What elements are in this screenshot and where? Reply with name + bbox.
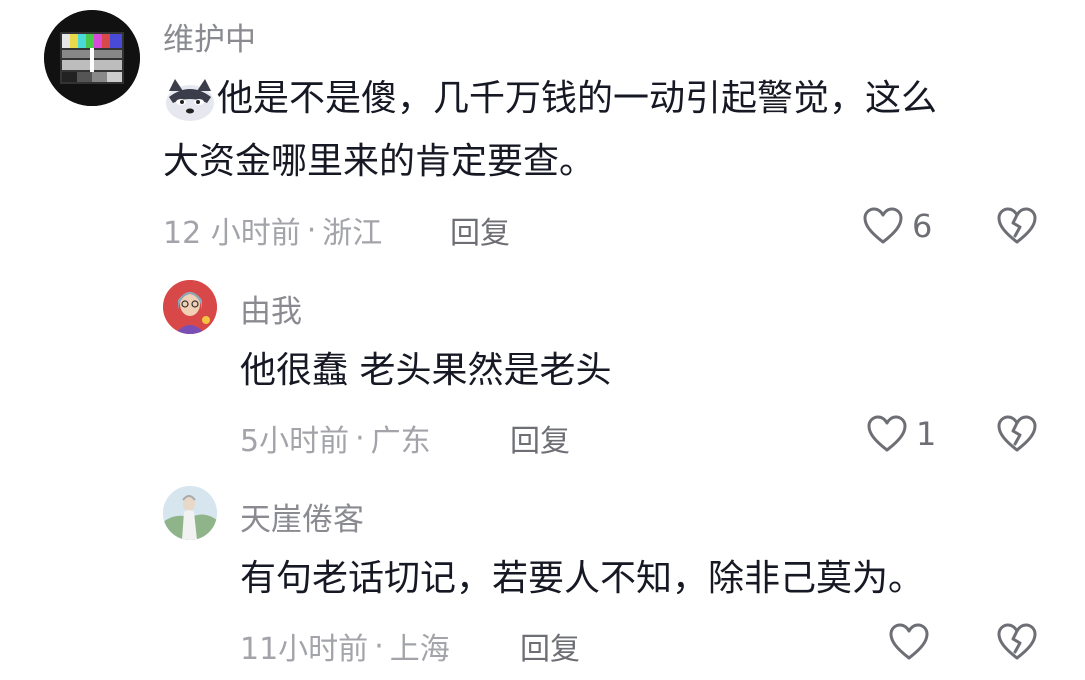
broken-heart-icon bbox=[997, 207, 1037, 244]
username[interactable]: 维护中 bbox=[163, 14, 256, 59]
wolf-face-emoji-icon bbox=[163, 77, 217, 123]
location: 广东 bbox=[370, 424, 431, 459]
like-count: 6 bbox=[912, 207, 933, 245]
location: 浙江 bbox=[322, 216, 383, 251]
comment-text-line-2: 大资金哪里来的肯定要查。 bbox=[163, 141, 596, 182]
comment-meta: 5小时前 · 广东 bbox=[240, 416, 431, 460]
username[interactable]: 由我 bbox=[240, 286, 302, 331]
comment-text: 他很蠢 老头果然是老头 bbox=[240, 350, 612, 391]
dislike-button[interactable] bbox=[995, 206, 1039, 246]
landscape-person-avatar-icon bbox=[163, 486, 217, 540]
meta-separator: · bbox=[374, 628, 384, 664]
like-button[interactable]: 1 bbox=[866, 414, 936, 454]
comment-text: 他是不是傻，几千万钱的一动引起警觉，这么 bbox=[163, 72, 937, 126]
timestamp: 11小时前 bbox=[240, 632, 369, 667]
like-count: 1 bbox=[916, 415, 937, 453]
user-avatar[interactable] bbox=[44, 10, 140, 106]
user-avatar[interactable] bbox=[163, 280, 217, 334]
like-button[interactable] bbox=[888, 622, 938, 662]
broken-heart-icon bbox=[997, 623, 1037, 660]
test-pattern-avatar-icon bbox=[44, 10, 140, 106]
meta-separator: · bbox=[355, 420, 365, 456]
username[interactable]: 天崖倦客 bbox=[240, 494, 364, 539]
broken-heart-icon bbox=[997, 415, 1037, 452]
reply-button[interactable]: 回复 bbox=[510, 416, 570, 460]
meta-separator: · bbox=[306, 212, 317, 248]
location: 上海 bbox=[389, 632, 450, 667]
heart-icon bbox=[867, 415, 907, 452]
comment-meta: 12 小时前 · 浙江 bbox=[163, 208, 382, 252]
dislike-button[interactable] bbox=[995, 414, 1039, 454]
comment-text: 有句老话切记，若要人不知，除非己莫为。 bbox=[240, 558, 925, 599]
user-avatar[interactable] bbox=[163, 486, 217, 540]
comment-meta: 11小时前 · 上海 bbox=[240, 624, 450, 668]
heart-icon bbox=[863, 207, 903, 244]
cartoon-girl-avatar-icon bbox=[163, 280, 217, 334]
timestamp: 12 小时前 bbox=[163, 216, 301, 251]
heart-icon bbox=[889, 623, 929, 660]
timestamp: 5小时前 bbox=[240, 424, 350, 459]
reply-button[interactable]: 回复 bbox=[450, 208, 510, 252]
dislike-button[interactable] bbox=[995, 622, 1039, 662]
like-button[interactable]: 6 bbox=[862, 206, 932, 246]
reply-button[interactable]: 回复 bbox=[520, 624, 580, 668]
